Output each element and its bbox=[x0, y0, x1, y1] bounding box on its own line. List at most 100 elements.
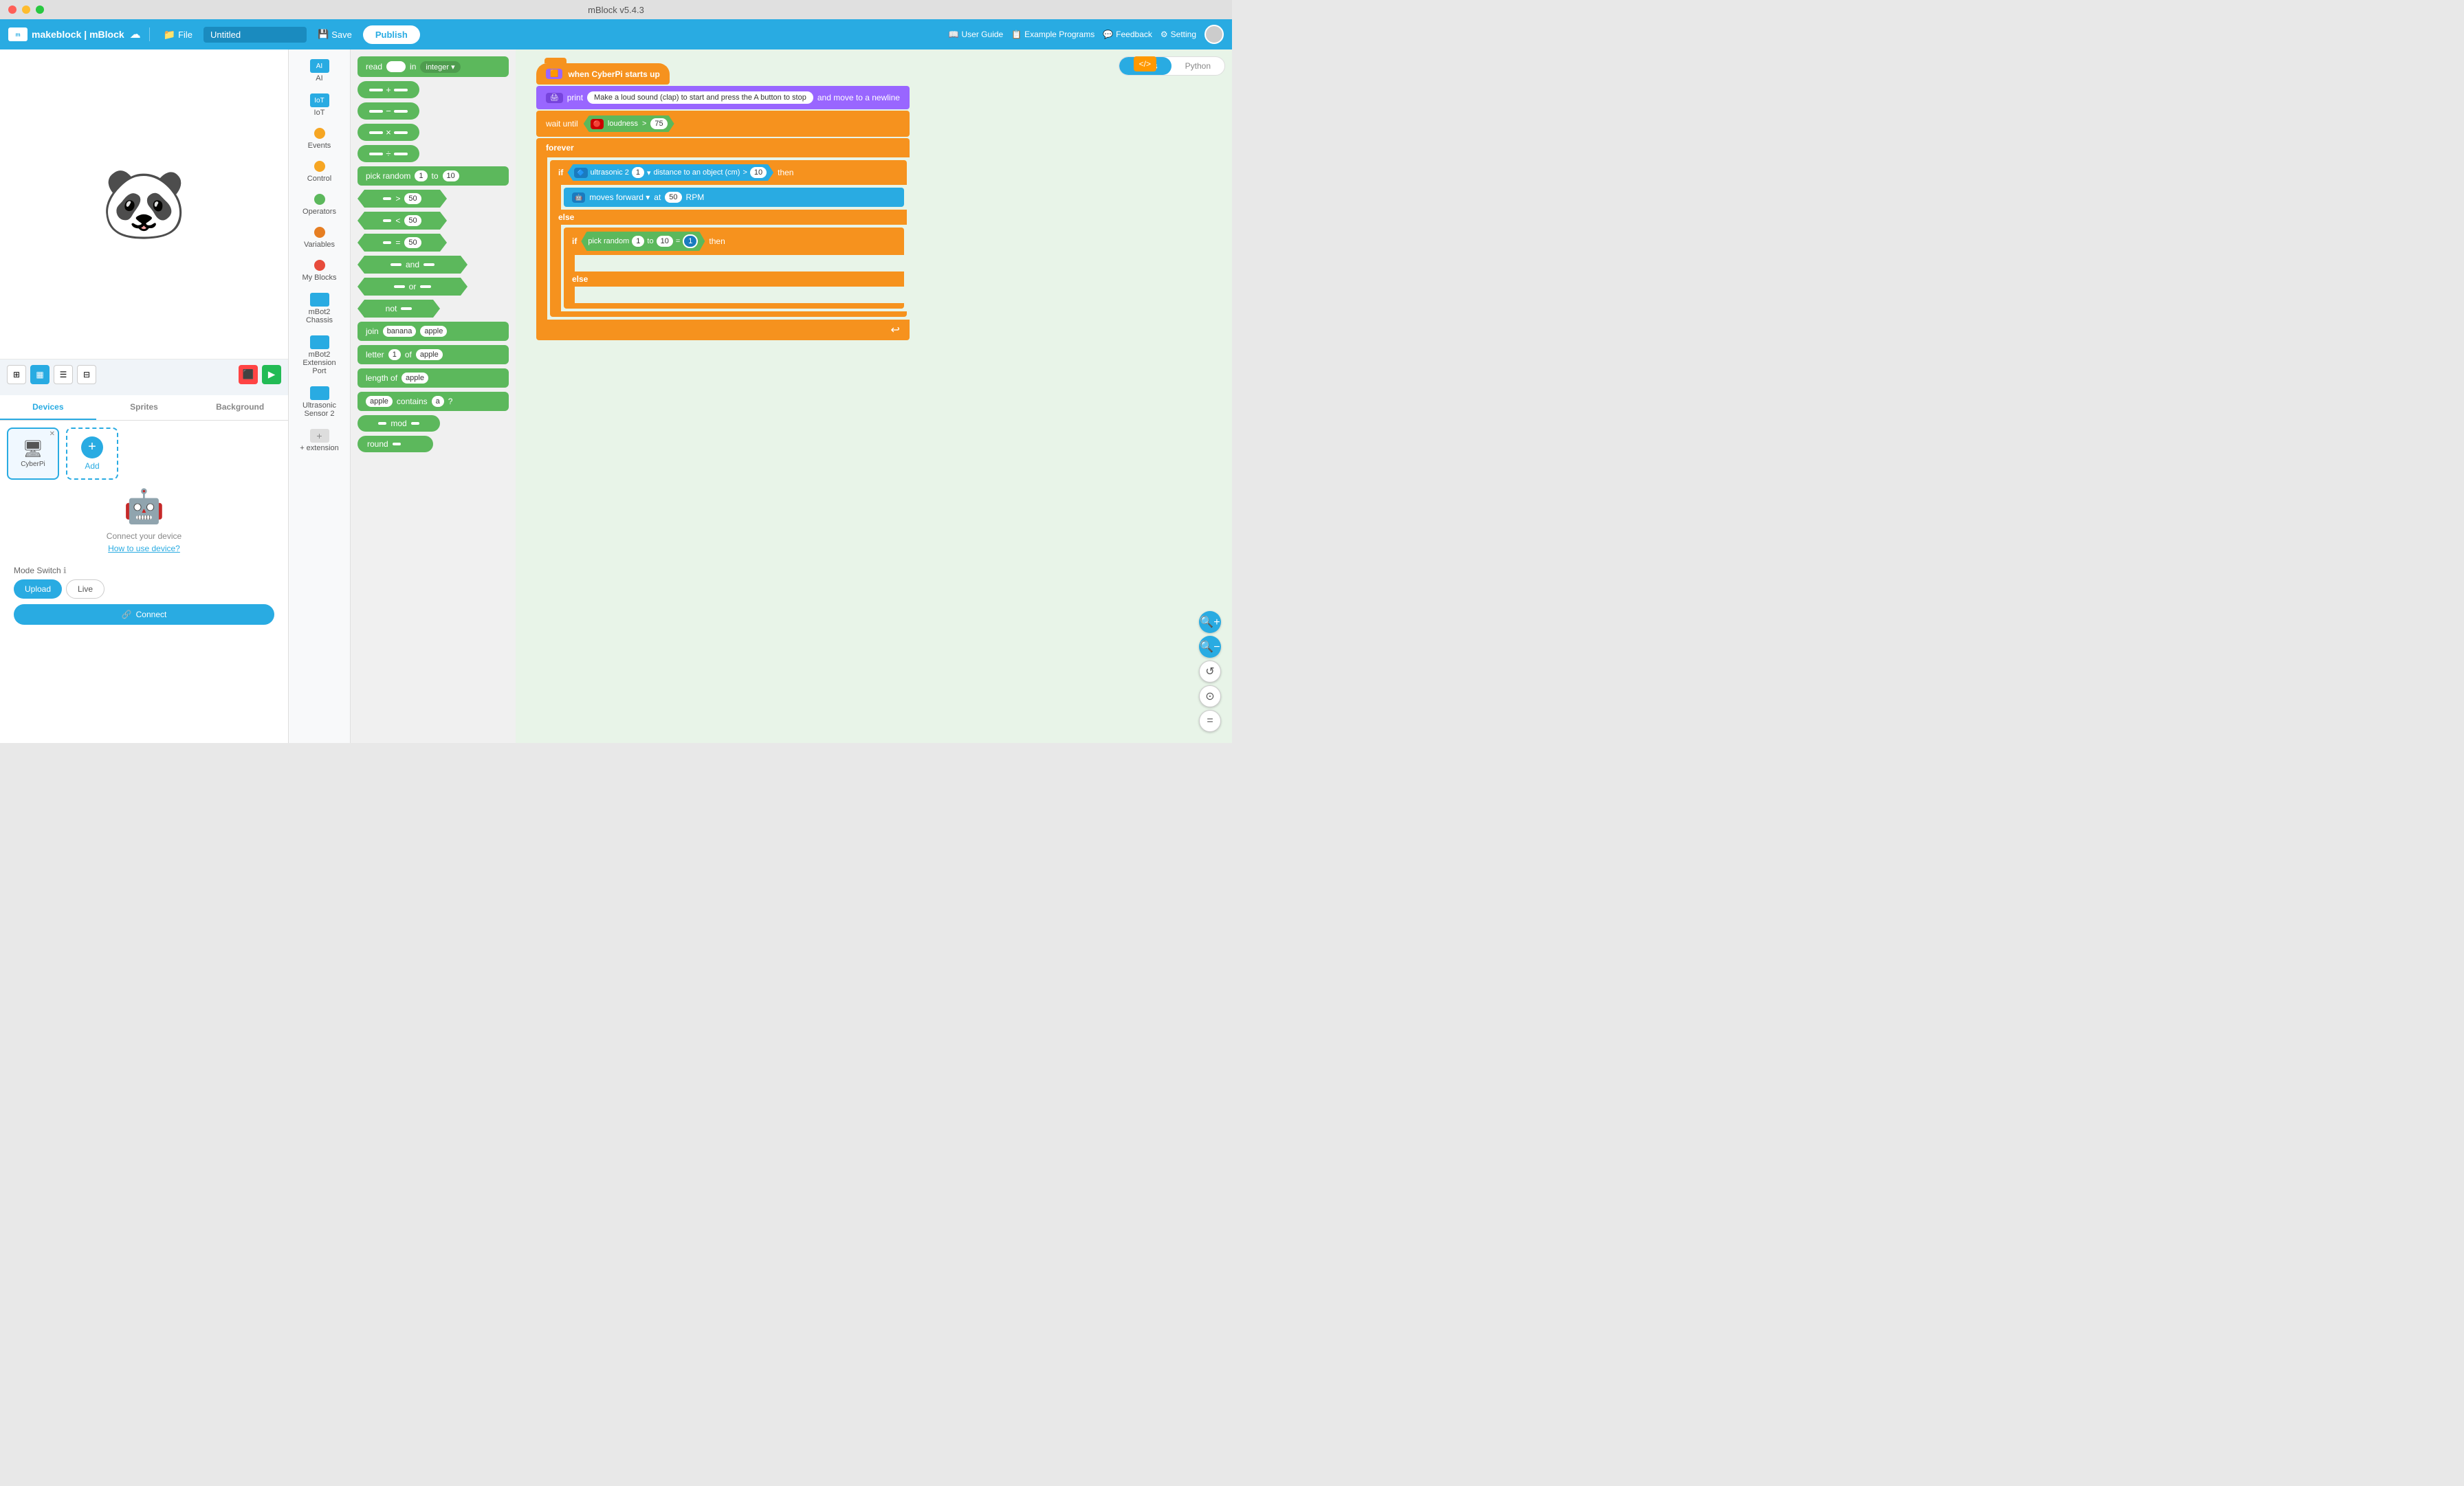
mod-left-input[interactable] bbox=[378, 422, 386, 425]
mod-block[interactable]: mod bbox=[358, 415, 440, 432]
close-device-icon[interactable]: ✕ bbox=[50, 430, 55, 438]
pr-from-input[interactable]: 1 bbox=[632, 236, 644, 247]
cyberpi-card[interactable]: ✕ 🖥 CyberPi bbox=[7, 428, 59, 480]
print-block[interactable]: 🖨 print Make a loud sound (clap) to star… bbox=[536, 86, 910, 109]
when-starts-hat[interactable]: 🟧 when CyberPi starts up bbox=[536, 63, 670, 85]
maximize-button[interactable] bbox=[36, 5, 44, 14]
cat-variables[interactable]: Variables bbox=[292, 223, 347, 253]
round-input[interactable] bbox=[393, 443, 401, 445]
or-block[interactable]: or bbox=[358, 278, 468, 296]
close-button[interactable] bbox=[8, 5, 16, 14]
rpm-val-input[interactable]: 50 bbox=[665, 192, 681, 203]
loudness-val[interactable]: 75 bbox=[650, 118, 667, 129]
gt-right-input[interactable]: 50 bbox=[404, 193, 421, 204]
round-block[interactable]: round bbox=[358, 436, 433, 452]
pick-random-to[interactable]: 10 bbox=[443, 170, 459, 181]
ultra-num[interactable]: 1 bbox=[632, 167, 644, 178]
add-device-card[interactable]: + Add bbox=[66, 428, 118, 480]
pr-to-input[interactable]: 10 bbox=[657, 236, 673, 247]
cat-mbot2-ext[interactable]: mBot2 Extension Port bbox=[292, 331, 347, 379]
or-right-input[interactable] bbox=[420, 285, 431, 288]
else-1-block[interactable]: else bbox=[550, 210, 907, 225]
zoom-in-button[interactable]: 🔍+ bbox=[1199, 611, 1221, 633]
live-mode-btn[interactable]: Live bbox=[66, 579, 104, 599]
menu-icon-cloud[interactable]: ☁ bbox=[130, 27, 141, 41]
not-block[interactable]: not bbox=[358, 300, 440, 318]
block-view-btn[interactable]: ▦ bbox=[30, 365, 50, 384]
lt-right-input[interactable]: 50 bbox=[404, 215, 421, 226]
eq-right-input[interactable]: 50 bbox=[404, 237, 421, 248]
setting-link[interactable]: ⚙ Setting bbox=[1160, 30, 1196, 39]
contains-b-input[interactable]: a bbox=[432, 396, 444, 407]
read-toggle[interactable] bbox=[386, 61, 406, 72]
pick-random-block[interactable]: pick random 1 to 10 bbox=[358, 166, 509, 186]
add-operator-block[interactable]: + bbox=[358, 81, 419, 98]
refresh-button[interactable]: ↺ bbox=[1199, 661, 1221, 683]
grid-view-btn[interactable]: ⊟ bbox=[77, 365, 96, 384]
tab-sprites[interactable]: Sprites bbox=[96, 395, 192, 420]
and-block[interactable]: and bbox=[358, 256, 468, 274]
pick-random-condition[interactable]: pick random 1 to 10 = 1 bbox=[581, 232, 705, 251]
read-block[interactable]: read in integer ▾ bbox=[358, 56, 509, 77]
ultrasonic-condition[interactable]: 🔷 ultrasonic 2 1 ▾ distance to an object… bbox=[567, 164, 773, 181]
feedback-link[interactable]: 💬 Feedback bbox=[1103, 30, 1152, 39]
gt-block[interactable]: > 50 bbox=[358, 190, 447, 208]
tab-background[interactable]: Background bbox=[192, 395, 288, 420]
list-view-btn[interactable]: ☰ bbox=[54, 365, 73, 384]
save-button[interactable]: 💾 Save bbox=[312, 26, 358, 43]
letter-block[interactable]: letter 1 of apple bbox=[358, 345, 509, 364]
add-right-input[interactable] bbox=[394, 89, 408, 91]
if-block-1[interactable]: if 🔷 ultrasonic 2 1 ▾ distance to an obj… bbox=[550, 160, 907, 185]
zoom-out-button[interactable]: 🔍− bbox=[1199, 636, 1221, 658]
eq-block[interactable]: = 50 bbox=[358, 234, 447, 252]
if-block-2[interactable]: if pick random 1 to 10 = 1 bbox=[564, 228, 904, 255]
join-b-input[interactable]: apple bbox=[420, 326, 447, 337]
add-left-input[interactable] bbox=[369, 89, 383, 91]
example-programs-link[interactable]: 📋 Example Programs bbox=[1011, 30, 1094, 39]
tab-devices[interactable]: Devices bbox=[0, 395, 96, 420]
cat-mbot2-chassis[interactable]: mBot2 Chassis bbox=[292, 289, 347, 329]
join-block[interactable]: join banana apple bbox=[358, 322, 509, 341]
div-operator-block[interactable]: ÷ bbox=[358, 145, 419, 162]
wait-until-block[interactable]: wait until 🔴 loudness > 75 bbox=[536, 111, 910, 137]
eq-left-input[interactable] bbox=[383, 241, 391, 244]
cat-ultrasonic[interactable]: Ultrasonic Sensor 2 bbox=[292, 382, 347, 422]
div-right-input[interactable] bbox=[394, 153, 408, 155]
fit-button[interactable]: = bbox=[1199, 710, 1221, 732]
cat-control[interactable]: Control bbox=[292, 157, 347, 187]
forever-block[interactable]: forever bbox=[536, 138, 910, 157]
run-button[interactable]: ▶ bbox=[262, 365, 281, 384]
print-text-input[interactable]: Make a loud sound (clap) to start and pr… bbox=[587, 91, 813, 104]
else-2-block[interactable]: else bbox=[564, 271, 904, 287]
cat-my-blocks[interactable]: My Blocks bbox=[292, 256, 347, 286]
length-block[interactable]: length of apple bbox=[358, 368, 509, 388]
sub-operator-block[interactable]: − bbox=[358, 102, 419, 120]
sub-left-input[interactable] bbox=[369, 110, 383, 113]
contains-block[interactable]: apple contains a ? bbox=[358, 392, 509, 411]
stop-button[interactable]: ⬛ bbox=[239, 365, 258, 384]
and-right-input[interactable] bbox=[424, 263, 434, 266]
letter-str-input[interactable]: apple bbox=[416, 349, 443, 360]
not-input[interactable] bbox=[401, 307, 412, 310]
and-left-input[interactable] bbox=[390, 263, 402, 266]
pr-eq-val[interactable]: 1 bbox=[683, 234, 698, 248]
file-menu[interactable]: 📁 File bbox=[158, 26, 198, 43]
read-type-dropdown[interactable]: integer ▾ bbox=[420, 61, 460, 73]
cat-events[interactable]: Events bbox=[292, 124, 347, 154]
center-button[interactable]: ⊙ bbox=[1199, 685, 1221, 707]
cat-extension[interactable]: + + extension bbox=[292, 425, 347, 456]
mul-operator-block[interactable]: × bbox=[358, 124, 419, 141]
or-left-input[interactable] bbox=[394, 285, 405, 288]
cat-ai[interactable]: AI AI bbox=[292, 55, 347, 87]
ultra-dropdown[interactable]: ▾ bbox=[647, 168, 651, 177]
stage-view-btn[interactable]: ⊞ bbox=[7, 365, 26, 384]
upload-mode-btn[interactable]: Upload bbox=[14, 579, 62, 599]
sub-right-input[interactable] bbox=[394, 110, 408, 113]
avatar[interactable] bbox=[1204, 25, 1224, 44]
tab-python[interactable]: Python bbox=[1172, 57, 1224, 75]
how-to-link[interactable]: How to use device? bbox=[108, 544, 180, 553]
pick-random-from[interactable]: 1 bbox=[415, 170, 427, 181]
dist-val[interactable]: 10 bbox=[750, 167, 767, 178]
minimize-button[interactable] bbox=[22, 5, 30, 14]
expand-icon[interactable]: </> bbox=[1134, 56, 1156, 71]
